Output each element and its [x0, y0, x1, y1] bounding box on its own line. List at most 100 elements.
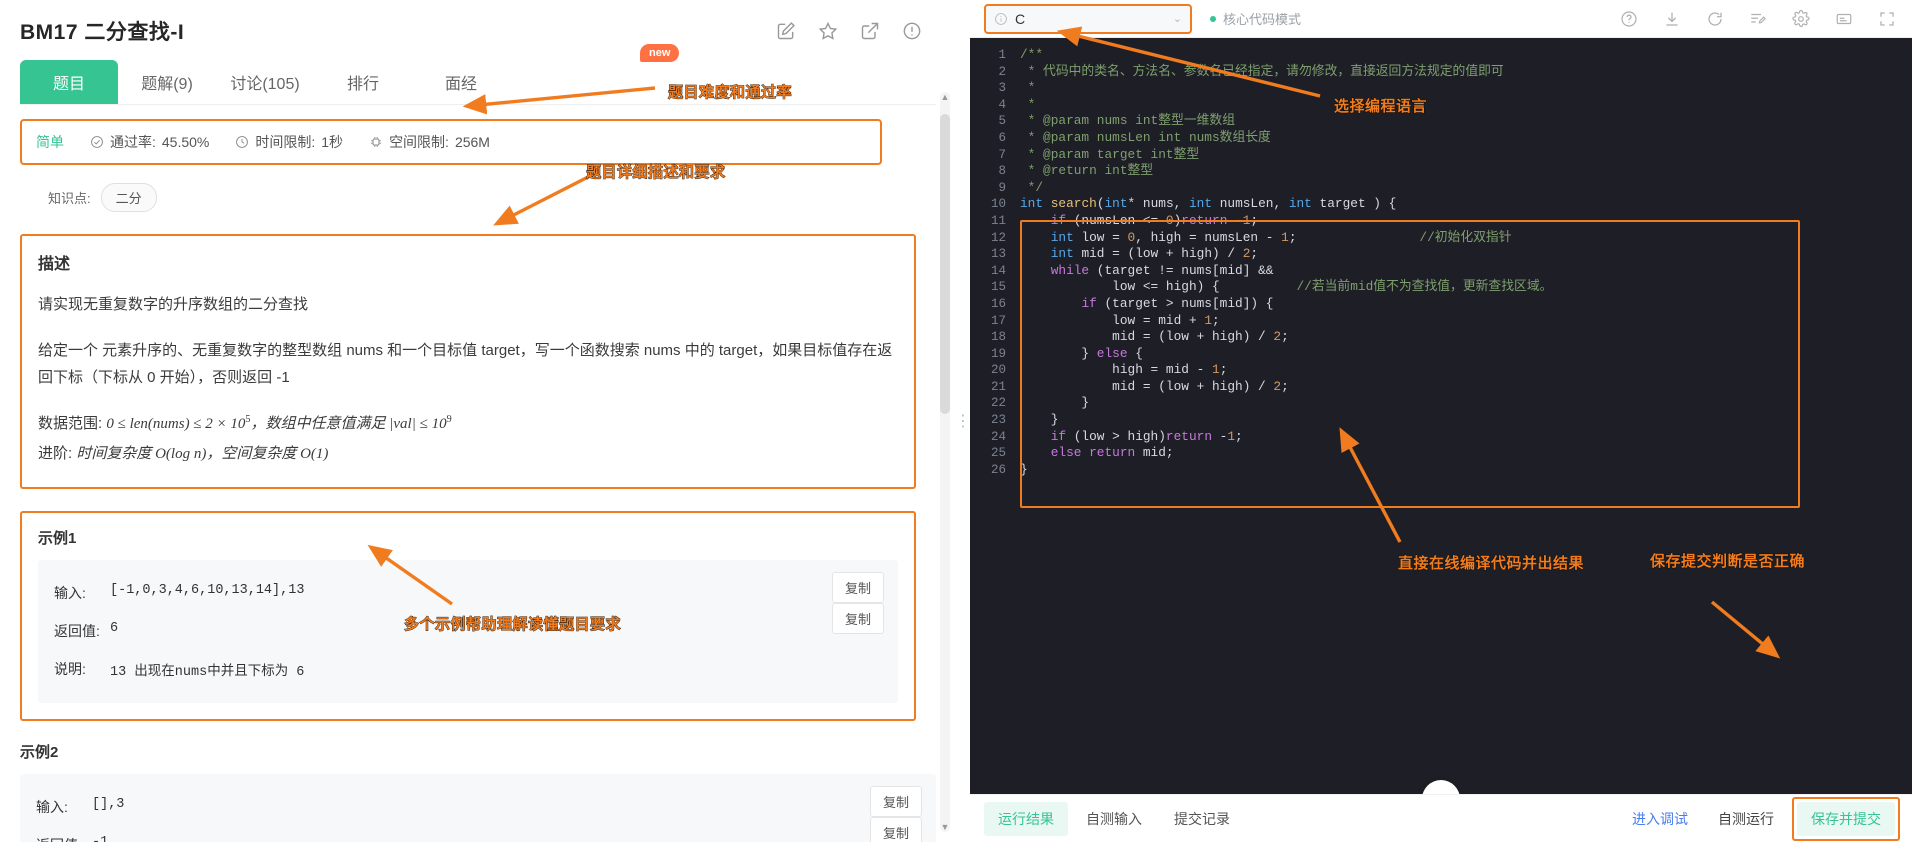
code-line[interactable]: else return mid;: [1012, 445, 1912, 462]
download-icon[interactable]: [1663, 10, 1681, 28]
example-1-note-value: 13 出现在nums中并且下标为 6: [110, 665, 305, 681]
line-number: 13: [990, 247, 1006, 262]
scroll-down-icon[interactable]: ▼: [940, 822, 950, 832]
line-number: 14: [990, 263, 1006, 278]
test-run-button[interactable]: 自测运行: [1704, 802, 1788, 836]
line-number: 24: [990, 429, 1006, 444]
data-range-line: 数据范围: 0 ≤ len(nums) ≤ 2 × 105，数组中任意值满足 |…: [38, 411, 898, 437]
code-line[interactable]: if (target > nums[mid]) {: [1012, 296, 1912, 313]
bottom-tab-input[interactable]: 自测输入: [1072, 802, 1156, 836]
copy-button[interactable]: 复制: [869, 786, 922, 818]
chevron-down-icon[interactable]: ⌄: [1173, 12, 1182, 25]
code-line[interactable]: low = mid + 1;: [1012, 313, 1912, 330]
code-line[interactable]: } else {: [1012, 346, 1912, 363]
line-number: 9: [998, 180, 1006, 195]
chip-icon: [371, 137, 382, 147]
knowledge-points: 知识点: 二分: [20, 183, 936, 212]
problem-meta: 简单 通过率: 45.50% 时间限制: 1秒 空间限制: 256M: [20, 119, 882, 165]
difficulty-badge: 简单: [36, 134, 64, 150]
pane-splitter[interactable]: ⋮: [955, 0, 971, 842]
bottom-tab-result[interactable]: 运行结果: [984, 801, 1068, 836]
status-dot-icon: [1210, 15, 1216, 22]
scroll-up-icon[interactable]: ▲: [940, 92, 950, 102]
code-line[interactable]: }: [1012, 395, 1912, 412]
debug-button[interactable]: 进入调试: [1620, 802, 1700, 836]
knowledge-label: 知识点:: [48, 191, 91, 206]
code-line[interactable]: mid = (low + high) / 2;: [1012, 329, 1912, 346]
space-limit-label: 空间限制:: [389, 134, 449, 150]
code-line[interactable]: int mid = (low + high) / 2;: [1012, 246, 1912, 263]
tab-solutions[interactable]: 题解(9): [118, 60, 216, 104]
edit-icon[interactable]: [776, 21, 796, 41]
left-scrollbar[interactable]: ▲ ▼: [940, 92, 950, 832]
copy-button[interactable]: 复制: [869, 817, 922, 842]
time-limit-value: 1秒: [321, 134, 344, 150]
code-line[interactable]: if (low > high)return -1;: [1012, 429, 1912, 446]
new-badge: new: [640, 44, 680, 62]
code-line[interactable]: * 代码中的类名、方法名、参数名已经指定，请勿修改，直接返回方法规定的值即可: [1012, 64, 1912, 81]
example-row: 说明: 13 出现在nums中并且下标为 6: [54, 650, 882, 689]
knowledge-chip[interactable]: 二分: [100, 183, 157, 212]
line-number: 20: [990, 363, 1006, 378]
warning-icon[interactable]: [902, 21, 922, 41]
language-select[interactable]: C ⌄: [984, 3, 1192, 34]
example-2-box: 示例2 输入: [],3 复制 返回值: -1 复制: [20, 741, 936, 842]
code-line[interactable]: * @param numsLen int nums数组长度: [1012, 130, 1912, 147]
code-line[interactable]: *: [1012, 97, 1912, 114]
code-line[interactable]: low <= high) { //若当前mid值不为查找值，更新查找区域。: [1012, 279, 1912, 296]
code-line[interactable]: high = mid - 1;: [1012, 362, 1912, 379]
tab-problem[interactable]: 题目: [20, 60, 118, 104]
time-limit-label: 时间限制:: [255, 134, 316, 150]
tab-ranking[interactable]: 排行: [314, 60, 412, 104]
pass-rate-value: 45.50%: [161, 134, 210, 150]
help-icon[interactable]: [1620, 10, 1638, 28]
reset-icon[interactable]: [1706, 10, 1724, 28]
example-2-input-key: 输入:: [36, 799, 68, 816]
data-range-math-2: ，数组中任意值满足 |val| ≤ 10: [250, 415, 447, 432]
code-line[interactable]: }: [1012, 462, 1912, 479]
line-number: 2: [998, 64, 1006, 79]
code-line[interactable]: */: [1012, 180, 1912, 197]
code-line[interactable]: * @return int整型: [1012, 163, 1912, 180]
tab-interview[interactable]: 面经: [412, 60, 510, 104]
description-para-2: 给定一个 元素升序的、无重复数字的整型数组 nums 和一个目标值 target…: [38, 342, 893, 386]
code-area[interactable]: /** * 代码中的类名、方法名、参数名已经指定，请勿修改，直接返回方法规定的值…: [1012, 38, 1912, 794]
code-line[interactable]: while (target != nums[mid] &&: [1012, 263, 1912, 280]
example-1-output-value: 6: [110, 621, 119, 637]
bottom-tab-records[interactable]: 提交记录: [1160, 802, 1244, 836]
line-number: 19: [990, 346, 1006, 361]
line-number: 18: [990, 330, 1006, 345]
code-line[interactable]: int search(int* nums, int numsLen, int t…: [1012, 196, 1912, 213]
save-and-submit-button[interactable]: 保存并提交: [1797, 801, 1895, 836]
code-line[interactable]: *: [1012, 80, 1912, 97]
data-range-exp-2: 9: [446, 413, 452, 425]
console-icon[interactable]: [1835, 10, 1853, 28]
star-icon[interactable]: [818, 21, 838, 41]
annotation-description: 题目详细描述和要求: [586, 164, 726, 182]
tab-discussion[interactable]: 讨论(105): [216, 60, 314, 104]
code-line[interactable]: }: [1012, 412, 1912, 429]
description-heading: 描述: [38, 256, 71, 273]
code-line[interactable]: /**: [1012, 47, 1912, 64]
gear-icon[interactable]: [1792, 9, 1810, 28]
copy-button[interactable]: 复制: [831, 572, 884, 604]
code-line[interactable]: * @param nums int整型一维数组: [1012, 113, 1912, 130]
scrollbar-thumb[interactable]: [940, 114, 950, 414]
copy-button[interactable]: 复制: [831, 603, 884, 635]
problem-pane: BM17 二分查找-I 题目 题解(9) 讨论(105) 排行 面经 new 简: [0, 0, 956, 842]
code-line[interactable]: mid = (low + high) / 2;: [1012, 379, 1912, 396]
code-line[interactable]: int low = 0, high = numsLen - 1; //初始化双指…: [1012, 230, 1912, 247]
editor-toolbar: C ⌄ 核心代码模式: [970, 0, 1912, 38]
language-value: C: [1015, 10, 1026, 27]
code-line[interactable]: * @param target int整型: [1012, 147, 1912, 164]
example-row: 输入: [-1,0,3,4,6,10,13,14],13 复制: [54, 572, 884, 612]
example-1-input-value: [-1,0,3,4,6,10,13,14],13: [110, 583, 305, 599]
line-number: 15: [990, 280, 1006, 295]
line-number: 21: [990, 379, 1006, 394]
share-icon[interactable]: [860, 21, 880, 41]
code-line[interactable]: if (numsLen <= 0)return -1;: [1012, 213, 1912, 230]
code-editor[interactable]: 1 2 3 4 5 6 7 8 9 10 11 12 13 14 15 16 17 18 19 20 21 22 23 24 2…: [970, 38, 1912, 794]
example-2-output-value: -1: [92, 835, 108, 842]
fullscreen-icon[interactable]: [1878, 10, 1896, 28]
note-icon[interactable]: [1749, 10, 1767, 28]
